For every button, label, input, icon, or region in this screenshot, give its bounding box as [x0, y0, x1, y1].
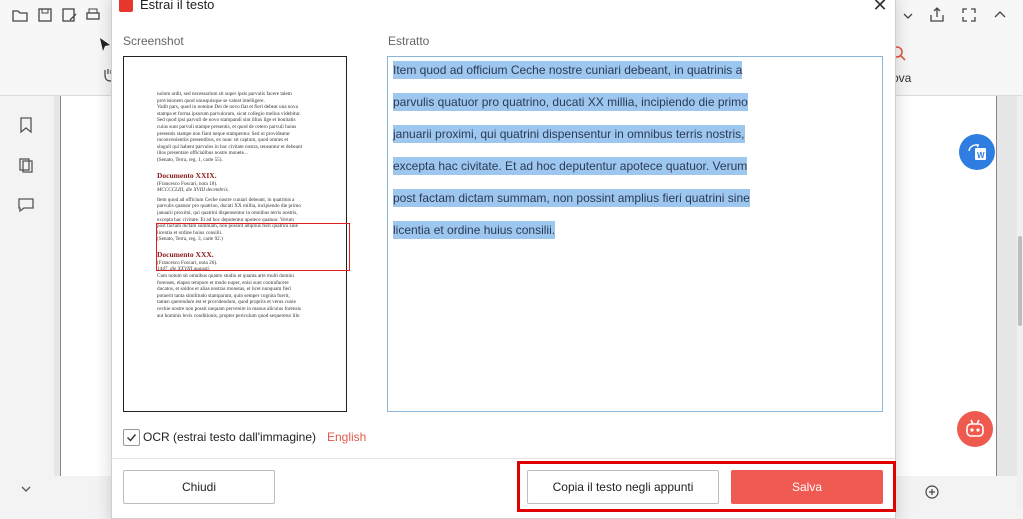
svg-text:W: W: [977, 151, 985, 160]
ocr-label[interactable]: OCR (estrai testo dall'immagine): [143, 430, 316, 444]
dialog-title: Estrai il testo: [140, 0, 215, 12]
checkmark-icon: [127, 434, 137, 442]
dropdown-icon[interactable]: [899, 6, 917, 24]
extracted-text-selection: post factam dictam summam, non possint a…: [393, 189, 750, 207]
preview-text-line: Item quod ad officium Ceche nostre cunia…: [157, 196, 295, 203]
extracted-text-selection: licentia et ordine huius consilii.: [393, 221, 556, 239]
preview-date-1: MCCCCLIII, die XVIII decembris.: [157, 187, 229, 194]
ai-assistant-button[interactable]: [957, 411, 993, 447]
preview-text-line: potuerit tanta similitudo stamparum, qui…: [157, 292, 290, 299]
preview-text-line: Vadit pars, quod in nomine Dei de novo f…: [157, 104, 298, 111]
ocr-language-link[interactable]: English: [327, 430, 366, 444]
screenshot-label: Screenshot: [123, 34, 184, 48]
share-icon[interactable]: [928, 6, 946, 24]
comment-icon[interactable]: [17, 196, 35, 214]
convert-to-word-button[interactable]: W: [959, 134, 995, 170]
app-logo-icon: [119, 0, 133, 12]
preview-text-line: Cum notum sit omnibus quanto studio et q…: [157, 273, 294, 280]
preview-block-3: Cum notum sit omnibus quanto studio et q…: [157, 273, 347, 319]
preview-text-line: ducatos, et soldos et alias nostras mone…: [157, 286, 292, 293]
ocr-checkbox[interactable]: [123, 429, 140, 446]
scrollbar-thumb[interactable]: [1018, 236, 1022, 326]
preview-text-line: nolum ardit, sed necessarium sit super i…: [157, 91, 292, 97]
preview-heading-1: Documento XXIX.: [157, 170, 217, 180]
preview-text-line: aut hominis levis conditionis, propter p…: [157, 312, 300, 319]
left-sidebar: [0, 96, 54, 509]
extracted-text-line: parvulis quatuor pro quatrino, ducati XX…: [393, 93, 748, 111]
close-button[interactable]: Chiudi: [123, 470, 275, 504]
preview-text-line: inconvenientiis presentibus, ex nunc sit…: [157, 137, 289, 144]
robot-icon: [966, 419, 984, 437]
extracted-text-line: januarii proximi, qui quatrini dispensen…: [393, 125, 745, 143]
preview-text-line: presentis stampe non fiant neque stampen…: [157, 130, 290, 137]
bookmark-icon[interactable]: [17, 116, 35, 134]
extracted-text-line: Item quod ad officium Ceche nostre cunia…: [393, 61, 743, 79]
preview-text-line: forenses, elapso tempore et modo nuper, …: [157, 279, 289, 286]
buttons-highlight-frame: [517, 461, 896, 512]
preview-text-line: provisionem quod unusquisque se valeat i…: [157, 97, 265, 104]
chevron-down-icon[interactable]: [17, 480, 35, 498]
preview-text-line: illos presentare officialibus nostre mon…: [157, 150, 248, 157]
preview-text-line: parvulis quatuor pro quatrino, ducati XX…: [157, 203, 301, 210]
preview-text-line: cechie nostre non possit unquam pervenir…: [157, 306, 301, 313]
extracted-text-line: licentia et ordine huius consilii.: [393, 221, 556, 239]
preview-subtitle-1: (Francesco Foscari, nota 18).: [157, 180, 218, 187]
extracted-text-line: excepta hac civitate. Et ad hoc deputent…: [393, 157, 748, 175]
collapse-chevron-icon[interactable]: [991, 6, 1009, 24]
preview-page: nolum ardit, sed necessarium sit super i…: [157, 91, 347, 319]
preview-text-line: tamen querendum est et providendum, quod…: [157, 299, 296, 306]
preview-text-line: cuius sunt parvuli stampe presentis, et …: [157, 123, 297, 130]
screenshot-preview: nolum ardit, sed necessarium sit super i…: [123, 56, 350, 412]
convert-word-icon: W: [968, 144, 986, 160]
pages-icon[interactable]: [17, 156, 35, 174]
preview-text-line: Sed quod ipsi parvuli de novo stampandi …: [157, 117, 296, 124]
preview-text-line: januarii proximi, qui quatrini dispensen…: [157, 209, 298, 216]
preview-text-line: stampa et forma ipsorum parvulorum, sicu…: [157, 110, 301, 117]
print-icon[interactable]: [84, 6, 102, 24]
extracted-text-selection: januarii proximi, qui quatrini dispensen…: [393, 125, 745, 143]
extracted-text-area[interactable]: Item quod ad officium Ceche nostre cunia…: [387, 56, 883, 412]
selection-highlight-box: [156, 223, 350, 271]
extracted-text-selection: excepta hac civitate. Et ad hoc deputent…: [393, 157, 748, 175]
extracted-text-line: post factam dictam summam, non possint a…: [393, 189, 750, 207]
extracted-text-selection: parvulis quatuor pro quatrino, ducati XX…: [393, 93, 748, 111]
save-icon[interactable]: [36, 6, 54, 24]
save-as-icon[interactable]: [60, 6, 78, 24]
vertical-scrollbar[interactable]: [1017, 96, 1023, 509]
extracted-text-selection: Item quod ad officium Ceche nostre cunia…: [393, 61, 743, 79]
divider: [111, 458, 894, 459]
preview-text-line: (Senato, Terra, reg. 1, carte 55).: [157, 156, 223, 163]
fullscreen-icon[interactable]: [960, 6, 978, 24]
open-folder-icon[interactable]: [11, 6, 29, 24]
extracted-label: Estratto: [388, 34, 430, 48]
preview-text-line: singuli qui habent parvulos in hac civit…: [157, 143, 303, 150]
preview-block-1: nolum ardit, sed necessarium sit super i…: [157, 91, 347, 164]
zoom-in-icon[interactable]: [924, 484, 940, 500]
close-icon[interactable]: ✕: [871, 0, 889, 14]
